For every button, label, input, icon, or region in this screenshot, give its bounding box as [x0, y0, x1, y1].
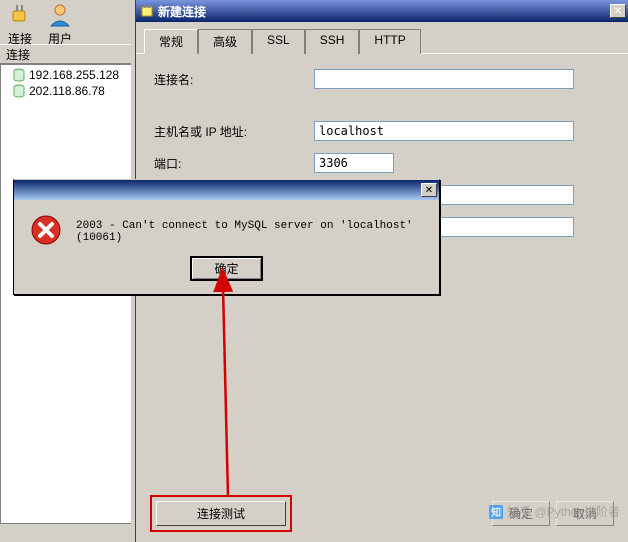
tab-http[interactable]: HTTP: [359, 29, 420, 54]
tool-label: 连接: [8, 30, 32, 47]
dialog-titlebar: 新建连接 ✕: [136, 0, 628, 22]
test-connection-button[interactable]: 连接测试: [156, 501, 286, 526]
plug-icon: [6, 2, 34, 28]
port-label: 端口:: [154, 155, 314, 172]
tool-label: 用户: [48, 30, 72, 47]
connection-tool-button[interactable]: 连接: [6, 2, 34, 47]
tree-item[interactable]: 192.168.255.128: [1, 67, 131, 83]
app-icon: [140, 4, 154, 18]
error-message: 2003 - Can't connect to MySQL server on …: [76, 214, 423, 244]
watermark-text: 知乎 @Python进阶者: [507, 503, 620, 520]
watermark: 知 知乎 @Python进阶者: [489, 503, 620, 520]
zhihu-icon: 知: [489, 505, 503, 519]
host-input[interactable]: [314, 121, 574, 141]
tabstrip: 常规 高级 SSL SSH HTTP: [136, 22, 628, 54]
close-button[interactable]: ✕: [610, 4, 626, 18]
database-icon: [13, 68, 25, 82]
error-ok-button[interactable]: 确定: [191, 257, 261, 280]
port-input[interactable]: [314, 153, 394, 173]
sidebar-header: 连接: [0, 44, 131, 64]
tree-item-label: 202.118.86.78: [29, 84, 105, 98]
conn-name-input[interactable]: [314, 69, 574, 89]
error-icon: [30, 214, 62, 246]
tab-ssh[interactable]: SSH: [305, 29, 360, 54]
dialog-title: 新建连接: [158, 3, 606, 20]
close-button[interactable]: ✕: [421, 183, 437, 197]
annotation-highlight: 连接测试: [150, 495, 292, 532]
tree-item-label: 192.168.255.128: [29, 68, 119, 82]
host-label: 主机名或 IP 地址:: [154, 123, 314, 140]
database-icon: [13, 84, 25, 98]
user-tool-button[interactable]: 用户: [46, 2, 74, 47]
tab-ssl[interactable]: SSL: [252, 29, 305, 54]
toolbar: 连接 用户: [0, 0, 131, 44]
tab-advanced[interactable]: 高级: [198, 29, 252, 54]
tree-item[interactable]: 202.118.86.78: [1, 83, 131, 99]
error-dialog: ✕ 2003 - Can't connect to MySQL server o…: [13, 179, 440, 295]
user-icon: [46, 2, 74, 28]
error-titlebar: ✕: [14, 180, 439, 200]
tab-general[interactable]: 常规: [144, 29, 198, 54]
conn-name-label: 连接名:: [154, 71, 314, 88]
